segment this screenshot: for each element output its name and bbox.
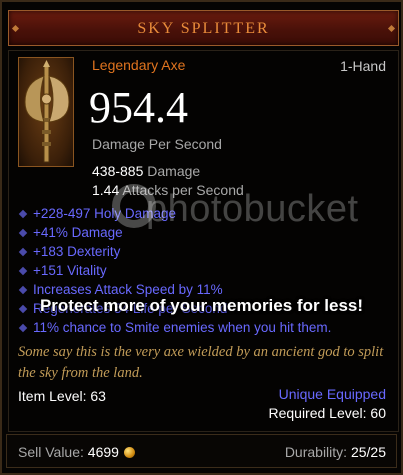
affix-line: +41% Damage [18,225,331,244]
item-slot: 1-Hand [340,58,386,74]
affix-bullet-icon [18,209,28,219]
durability: Durability: 25/25 [284,444,386,460]
affix-bullet-icon [18,247,28,257]
affix-line: +151 Vitality [18,263,331,282]
item-type: Legendary Axe [92,57,186,73]
attack-speed-stat: 1.44 Attacks per Second [92,182,244,198]
item-icon-frame [18,57,74,167]
dps-value: 954.4 [89,83,188,132]
axe-icon [24,60,70,163]
aps-value: 1.44 [92,182,120,198]
affix-bullet-icon [18,266,28,276]
aps-label: Attacks per Second [122,182,244,198]
affix-list: +228-497 Holy Damage +41% Damage +183 De… [18,206,331,339]
affix-line: +228-497 Holy Damage [18,206,331,225]
damage-value: 438-885 [92,163,144,179]
watermark-promo: Protect more of your memories for less! [39,296,364,315]
affix-bullet-icon [18,228,28,238]
dps-label: Damage Per Second [92,136,222,152]
gold-coin-icon [123,447,135,458]
damage-stat: 438-885 Damage [92,163,200,179]
unique-equipped: Unique Equipped [278,386,386,402]
affix-line: 11% chance to Smite enemies when you hit… [18,320,331,339]
affix-line: +183 Dexterity [18,244,331,263]
affix-bullet-icon [18,285,28,295]
damage-label: Damage [147,163,201,179]
item-name: SKY SPLITTER [137,20,270,37]
title-bar: SKY SPLITTER [8,10,399,46]
affix-bullet-icon [18,323,28,333]
sell-value: Sell Value: 4699 [18,444,135,460]
flavor-text: Some say this is the very axe wielded by… [18,344,384,381]
required-level: Required Level: 60 [268,405,386,421]
item-level: Item Level: 63 [18,388,106,404]
